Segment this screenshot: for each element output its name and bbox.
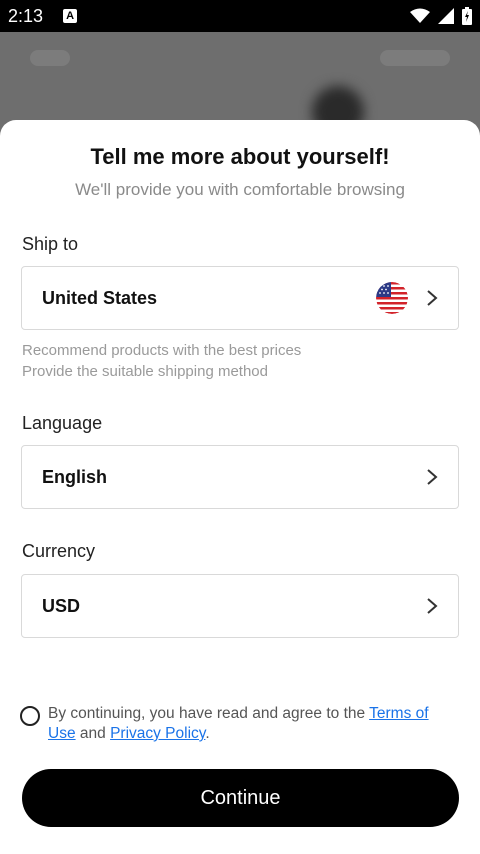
hint-line-1: Recommend products with the best prices bbox=[22, 342, 302, 359]
chevron-right-icon bbox=[427, 469, 438, 485]
signal-icon bbox=[438, 8, 454, 24]
currency-value: USD bbox=[42, 595, 81, 616]
preferences-sheet: Tell me more about yourself! We'll provi… bbox=[0, 120, 480, 854]
screen: 2:13 A Tell me more about yourself! We'l… bbox=[0, 0, 480, 854]
wifi-icon bbox=[410, 8, 430, 23]
continue-button-label: Continue bbox=[200, 786, 281, 809]
ship-to-hint: Recommend products with the best prices … bbox=[22, 340, 301, 382]
battery-icon bbox=[462, 7, 472, 25]
agreement-radio[interactable] bbox=[20, 706, 40, 726]
ship-to-label: Ship to bbox=[22, 234, 79, 254]
agreement-middle: and bbox=[75, 725, 111, 742]
language-select-right bbox=[426, 468, 438, 486]
language-label: Language bbox=[22, 413, 103, 433]
agreement-row: By continuing, you have read and agree t… bbox=[20, 704, 460, 744]
hint-line-2: Provide the suitable shipping method bbox=[22, 363, 268, 380]
ship-to-select-right bbox=[376, 282, 438, 314]
language-select[interactable]: English bbox=[21, 445, 459, 509]
chevron-right-icon bbox=[427, 290, 438, 306]
currency-select[interactable]: USD bbox=[21, 574, 459, 638]
blurred-element bbox=[380, 50, 450, 66]
privacy-policy-link[interactable]: Privacy Policy bbox=[110, 725, 205, 742]
continue-button[interactable]: Continue bbox=[22, 769, 459, 827]
status-icons bbox=[410, 7, 472, 25]
notification-icon: A bbox=[63, 9, 78, 23]
sheet-title: Tell me more about yourself! bbox=[90, 144, 390, 169]
us-flag-icon bbox=[376, 282, 408, 314]
status-bar: 2:13 A bbox=[0, 0, 480, 32]
ship-to-select[interactable]: United States bbox=[21, 266, 459, 330]
agreement-text: By continuing, you have read and agree t… bbox=[48, 704, 460, 744]
agreement-suffix: . bbox=[205, 725, 210, 742]
ship-to-value: United States bbox=[42, 287, 158, 308]
language-value: English bbox=[42, 466, 108, 487]
status-time: 2:13 bbox=[8, 5, 44, 26]
currency-label: Currency bbox=[22, 541, 96, 561]
currency-select-right bbox=[426, 597, 438, 615]
agreement-prefix: By continuing, you have read and agree t… bbox=[48, 705, 370, 722]
blurred-element bbox=[30, 50, 70, 66]
sheet-subtitle: We'll provide you with comfortable brows… bbox=[75, 180, 405, 199]
chevron-right-icon bbox=[427, 598, 438, 614]
